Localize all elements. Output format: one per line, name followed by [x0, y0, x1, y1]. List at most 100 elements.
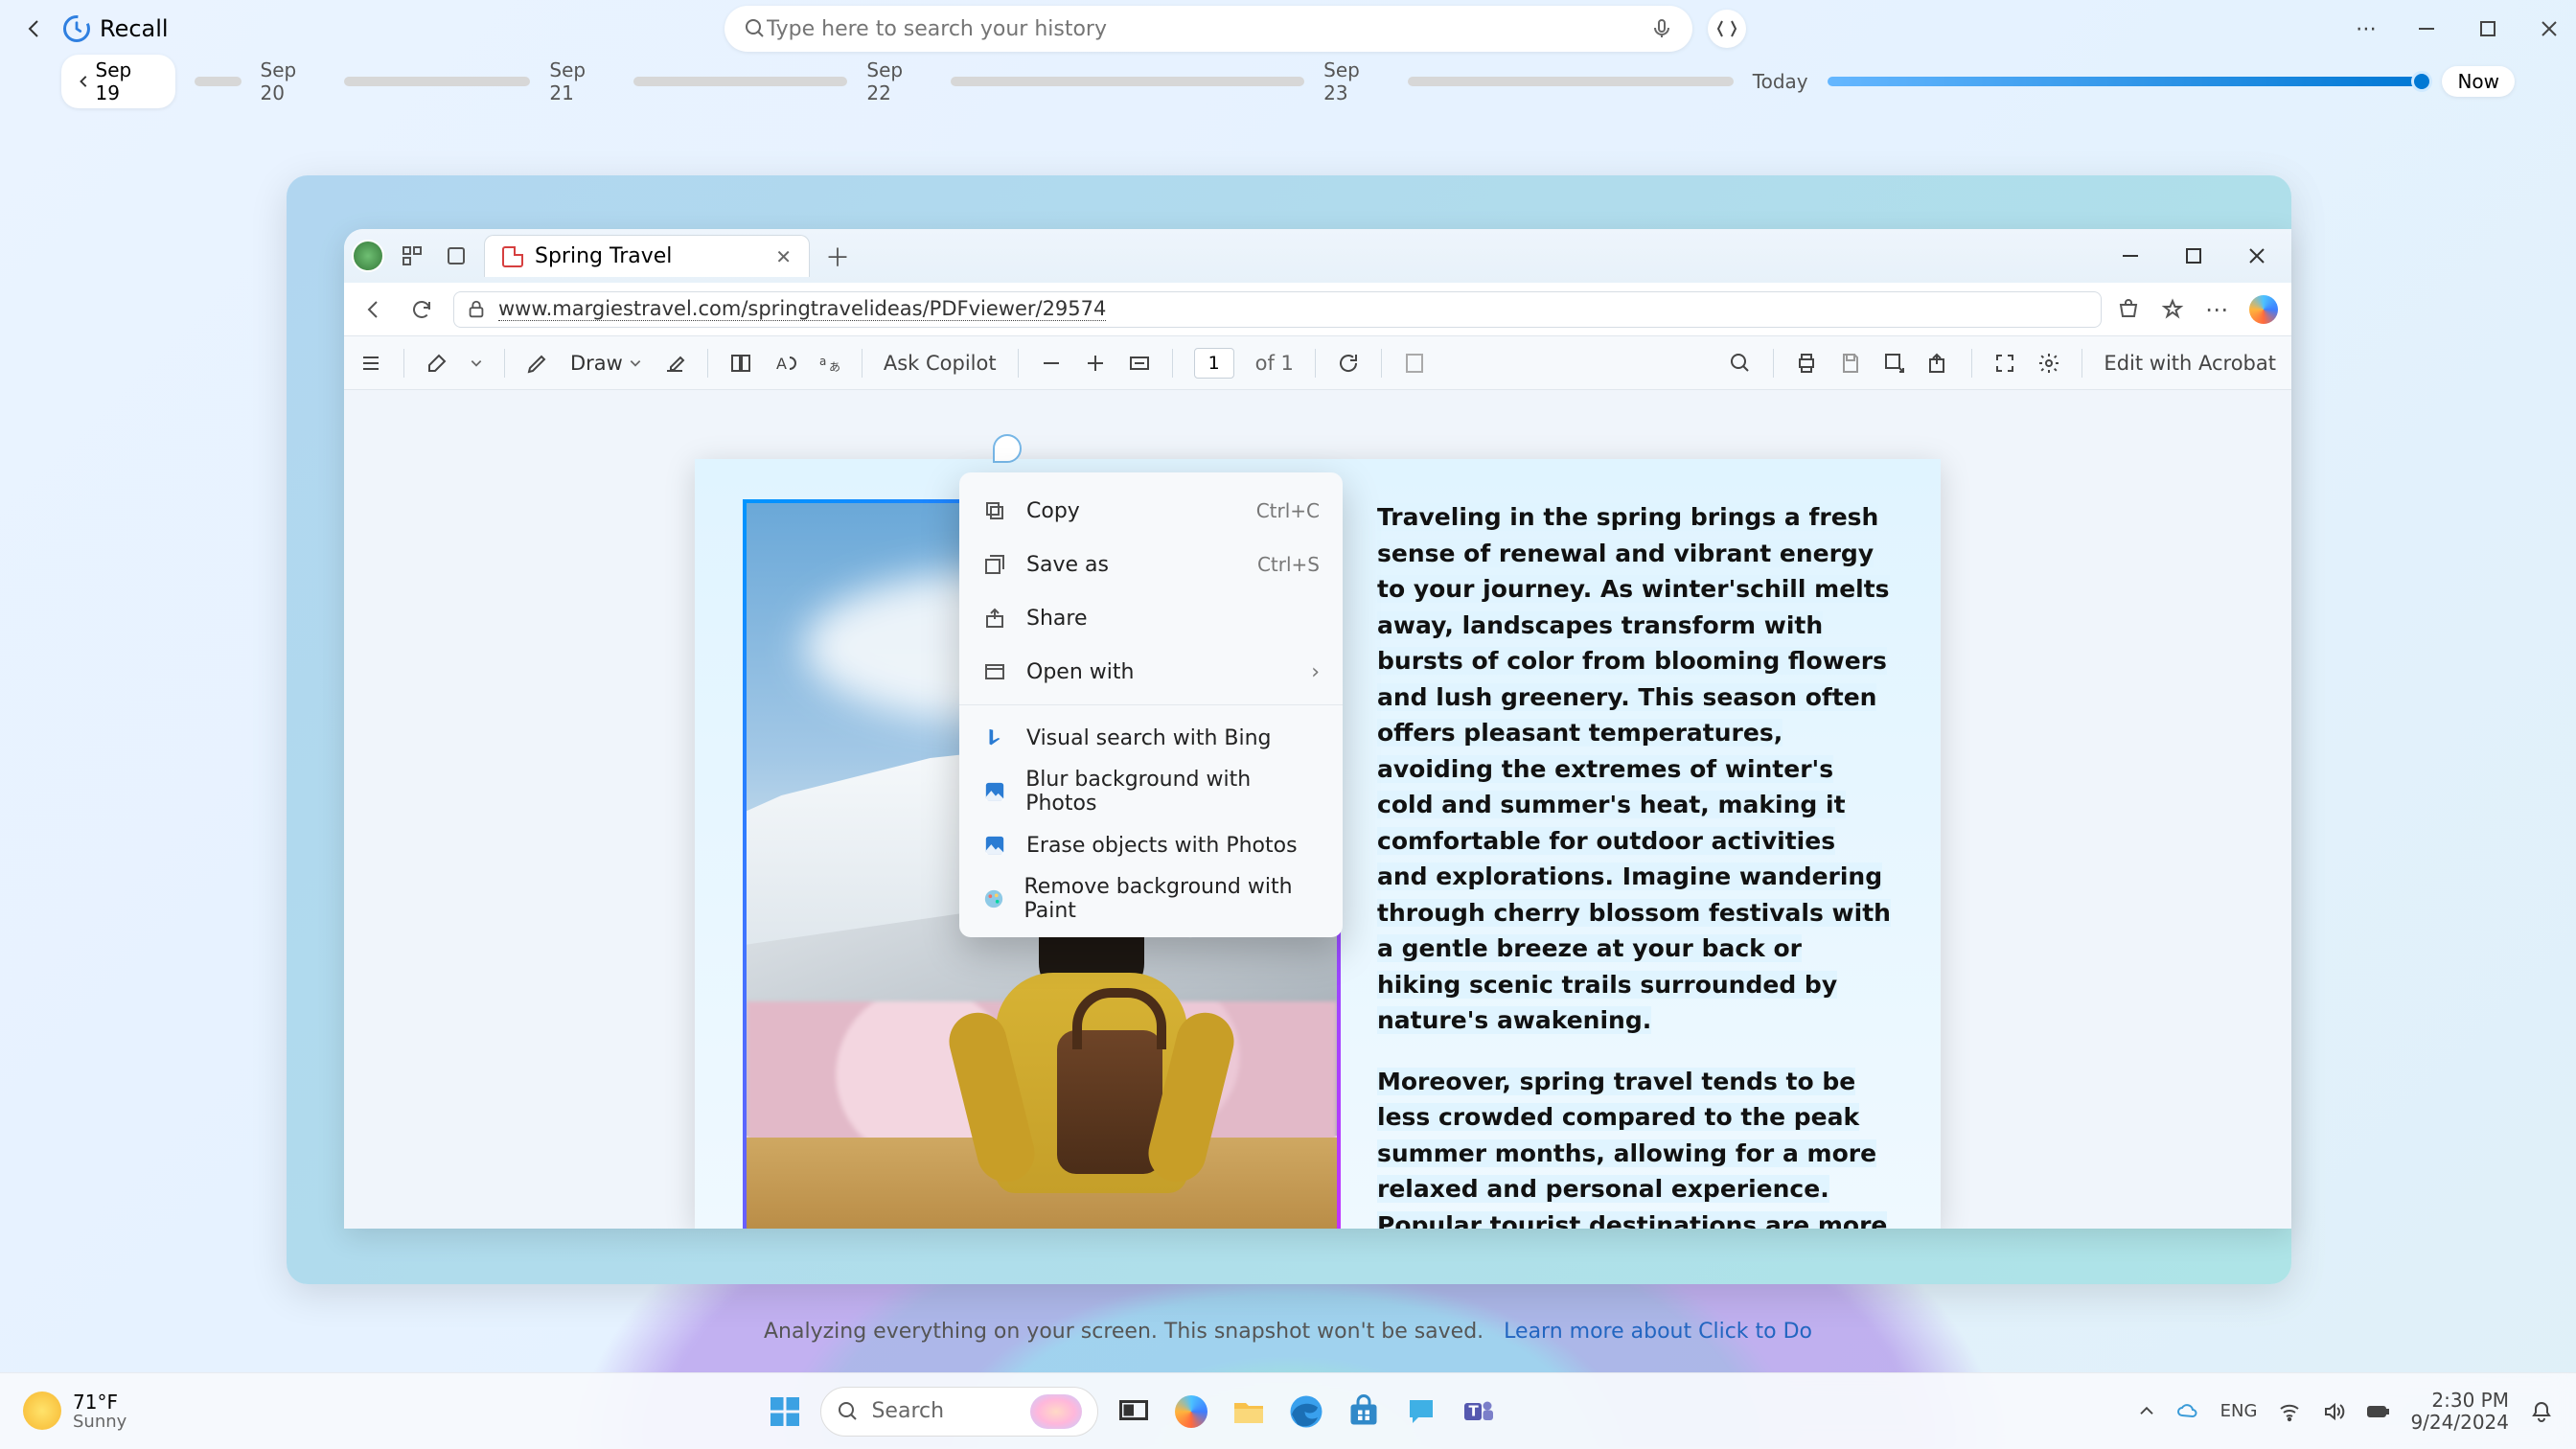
- maximize-icon[interactable]: [2476, 17, 2499, 40]
- add-text-icon[interactable]: [1883, 352, 1906, 375]
- favorite-icon[interactable]: [2161, 298, 2184, 321]
- timeline-toggle[interactable]: [1708, 10, 1746, 48]
- onedrive-icon[interactable]: [2176, 1400, 2199, 1423]
- edge-icon[interactable]: [1284, 1390, 1328, 1434]
- svg-text:T: T: [1469, 1402, 1480, 1419]
- contents-icon[interactable]: [359, 352, 382, 375]
- save-icon[interactable]: [1839, 352, 1862, 375]
- page-view-icon: [1403, 352, 1426, 375]
- teams-icon[interactable]: T: [1457, 1390, 1501, 1434]
- minimize-icon[interactable]: [2415, 17, 2438, 40]
- history-search[interactable]: [724, 6, 1692, 52]
- erase-icon[interactable]: [663, 352, 686, 375]
- read-aloud-icon[interactable]: A: [773, 352, 796, 375]
- menu-blur-background[interactable]: Blur background with Photos: [959, 765, 1343, 818]
- highlight-icon[interactable]: [426, 352, 448, 375]
- paint-icon: [982, 888, 1004, 909]
- zoom-in-icon[interactable]: [1084, 352, 1107, 375]
- pdf-toolbar: Draw A aあ Ask Copilot of 1 Edit with Acr…: [344, 336, 2291, 390]
- workspaces-icon[interactable]: [396, 240, 428, 272]
- copilot-app-icon[interactable]: [1169, 1390, 1213, 1434]
- zoom-out-icon[interactable]: [1040, 352, 1063, 375]
- recall-icon: [61, 13, 92, 44]
- open-with-icon: [982, 660, 1007, 683]
- settings-icon[interactable]: [2037, 352, 2060, 375]
- learn-more-link[interactable]: Learn more about Click to Do: [1504, 1320, 1812, 1344]
- rotate-icon[interactable]: [1337, 352, 1360, 375]
- copilot-chat-icon[interactable]: [1399, 1390, 1443, 1434]
- lock-icon: [466, 299, 487, 320]
- battery-icon[interactable]: [2366, 1400, 2389, 1423]
- menu-visual-search-bing[interactable]: Visual search with Bing: [959, 711, 1343, 765]
- share-icon: [982, 607, 1007, 630]
- context-menu: Copy Ctrl+C Save as Ctrl+S Share Open wi…: [959, 472, 1343, 937]
- timeline-today-bar[interactable]: [1828, 77, 2424, 86]
- svg-text:a: a: [819, 355, 826, 368]
- weather-widget[interactable]: 71°F Sunny: [0, 1392, 126, 1432]
- explorer-icon[interactable]: [1227, 1390, 1271, 1434]
- notifications-icon[interactable]: [2530, 1400, 2553, 1423]
- nav-refresh-icon[interactable]: [405, 293, 438, 326]
- document-text[interactable]: Traveling in the spring brings a fresh s…: [1377, 499, 1893, 1188]
- new-tab-button[interactable]: ＋: [821, 240, 854, 272]
- fit-width-icon[interactable]: [1128, 352, 1151, 375]
- tab-close-icon[interactable]: ✕: [775, 245, 792, 268]
- tray-chevron-icon[interactable]: [2138, 1403, 2155, 1420]
- weather-condition: Sunny: [73, 1413, 126, 1432]
- shopping-icon[interactable]: [2117, 298, 2140, 321]
- address-bar[interactable]: www.margiestravel.com/springtravelideas/…: [453, 291, 2102, 328]
- timeline[interactable]: Sep 19 Sep 20 Sep 21 Sep 22 Sep 23 Today…: [0, 58, 2576, 105]
- translate-icon[interactable]: aあ: [817, 352, 840, 375]
- two-page-icon[interactable]: [729, 352, 752, 375]
- timeline-now-pill[interactable]: Now: [2442, 66, 2515, 97]
- timeline-bar[interactable]: [1408, 77, 1734, 86]
- start-button[interactable]: [763, 1390, 807, 1434]
- page-number-input[interactable]: [1194, 348, 1234, 379]
- profile-avatar[interactable]: [352, 240, 384, 272]
- nav-back-icon[interactable]: [357, 293, 390, 326]
- browser-close-icon[interactable]: [2245, 244, 2268, 267]
- language-indicator[interactable]: ENG: [2220, 1401, 2258, 1421]
- store-icon[interactable]: [1342, 1390, 1386, 1434]
- ask-copilot-button[interactable]: Ask Copilot: [884, 352, 997, 375]
- back-button[interactable]: [15, 10, 54, 48]
- timeline-date: Sep 23: [1323, 58, 1389, 104]
- menu-open-with[interactable]: Open with ›: [959, 645, 1343, 699]
- timeline-bar[interactable]: [633, 77, 847, 86]
- taskbar-search[interactable]: Search: [820, 1387, 1098, 1437]
- copilot-icon[interactable]: [2249, 295, 2278, 324]
- volume-icon[interactable]: [2322, 1400, 2345, 1423]
- print-icon[interactable]: [1795, 352, 1818, 375]
- browser-more-icon[interactable]: ⋯: [2205, 296, 2228, 323]
- timeline-bar[interactable]: [344, 77, 530, 86]
- mic-icon[interactable]: [1650, 17, 1673, 40]
- taskview-icon[interactable]: [1112, 1390, 1156, 1434]
- browser-tab[interactable]: Spring Travel ✕: [484, 235, 810, 277]
- timeline-playhead[interactable]: [2411, 71, 2432, 92]
- menu-remove-background[interactable]: Remove background with Paint: [959, 872, 1343, 926]
- browser-minimize-icon[interactable]: [2119, 244, 2142, 267]
- menu-erase-objects[interactable]: Erase objects with Photos: [959, 818, 1343, 872]
- edit-with-acrobat[interactable]: Edit with Acrobat: [2104, 352, 2276, 375]
- pen-icon[interactable]: [526, 352, 549, 375]
- draw-button[interactable]: Draw: [570, 352, 642, 375]
- clock[interactable]: 2:30 PM 9/24/2024: [2410, 1390, 2509, 1434]
- menu-save-as[interactable]: Save as Ctrl+S: [959, 538, 1343, 591]
- find-icon[interactable]: [1729, 352, 1752, 375]
- share-pdf-icon[interactable]: [1927, 352, 1950, 375]
- paragraph-2: Moreover, spring travel tends to be less…: [1377, 1068, 1890, 1230]
- history-search-input[interactable]: [767, 17, 1650, 41]
- close-icon[interactable]: [2538, 17, 2561, 40]
- wifi-icon[interactable]: [2278, 1400, 2301, 1423]
- timeline-bar[interactable]: [951, 77, 1304, 86]
- timeline-bar[interactable]: [195, 77, 242, 86]
- tab-actions-icon[interactable]: [440, 240, 472, 272]
- menu-copy[interactable]: Copy Ctrl+C: [959, 484, 1343, 538]
- chevron-down-icon[interactable]: [470, 356, 483, 370]
- timeline-date-pill[interactable]: Sep 19: [61, 55, 175, 108]
- more-icon[interactable]: ⋯: [2356, 17, 2377, 41]
- browser-maximize-icon[interactable]: [2182, 244, 2205, 267]
- menu-share[interactable]: Share: [959, 591, 1343, 645]
- fullscreen-icon[interactable]: [1993, 352, 2016, 375]
- taskbar: 71°F Sunny Search T ENG 2:30 PM 9/24/202…: [0, 1372, 2576, 1449]
